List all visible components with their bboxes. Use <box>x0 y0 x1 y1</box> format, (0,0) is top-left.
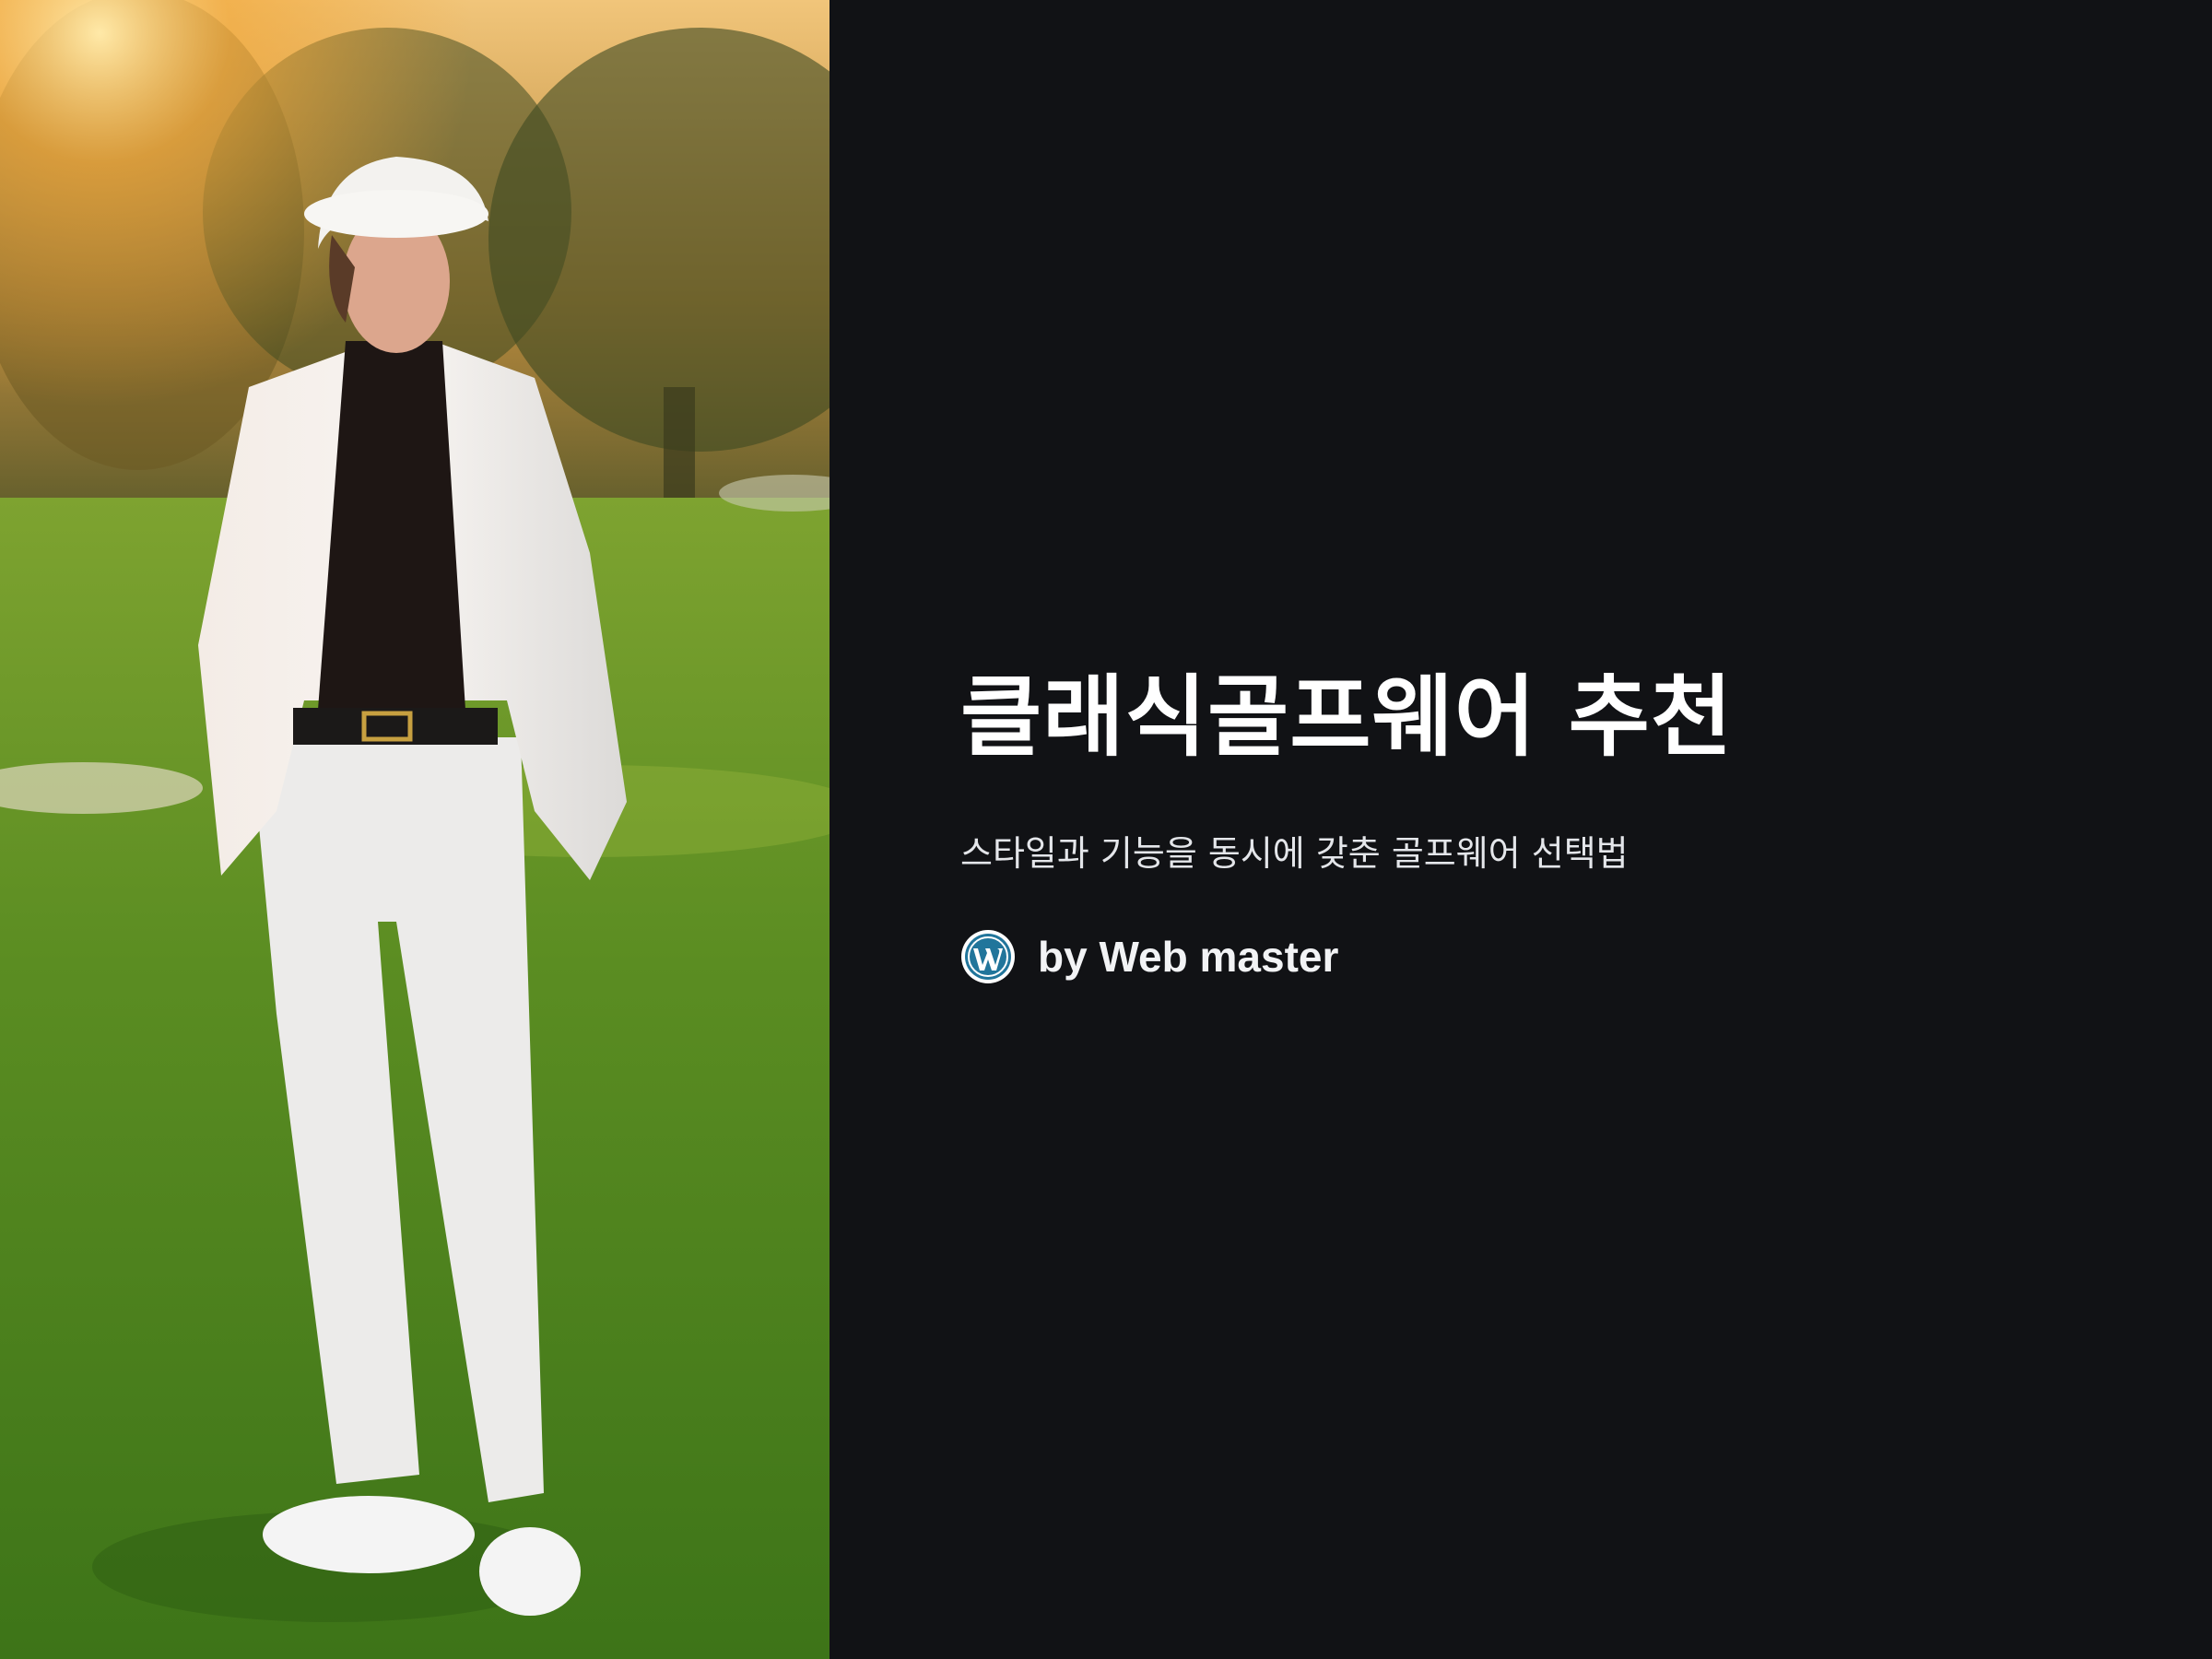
article-title: 클래식골프웨어 추천 <box>960 665 1734 769</box>
author-name[interactable]: by Web master <box>1038 929 1338 984</box>
text-panel: 클래식골프웨어 추천 스타일과 기능을 동시에 갖춘 골프웨어 선택법 by W… <box>830 0 2212 1659</box>
wordpress-icon <box>961 930 1015 983</box>
article-cover: 클래식골프웨어 추천 스타일과 기능을 동시에 갖춘 골프웨어 선택법 by W… <box>0 0 2212 1659</box>
article-subtitle: 스타일과 기능을 동시에 갖춘 골프웨어 선택법 <box>960 833 1629 874</box>
author-byline[interactable]: by Web master <box>960 929 1338 984</box>
golfer-photo <box>0 0 830 1659</box>
